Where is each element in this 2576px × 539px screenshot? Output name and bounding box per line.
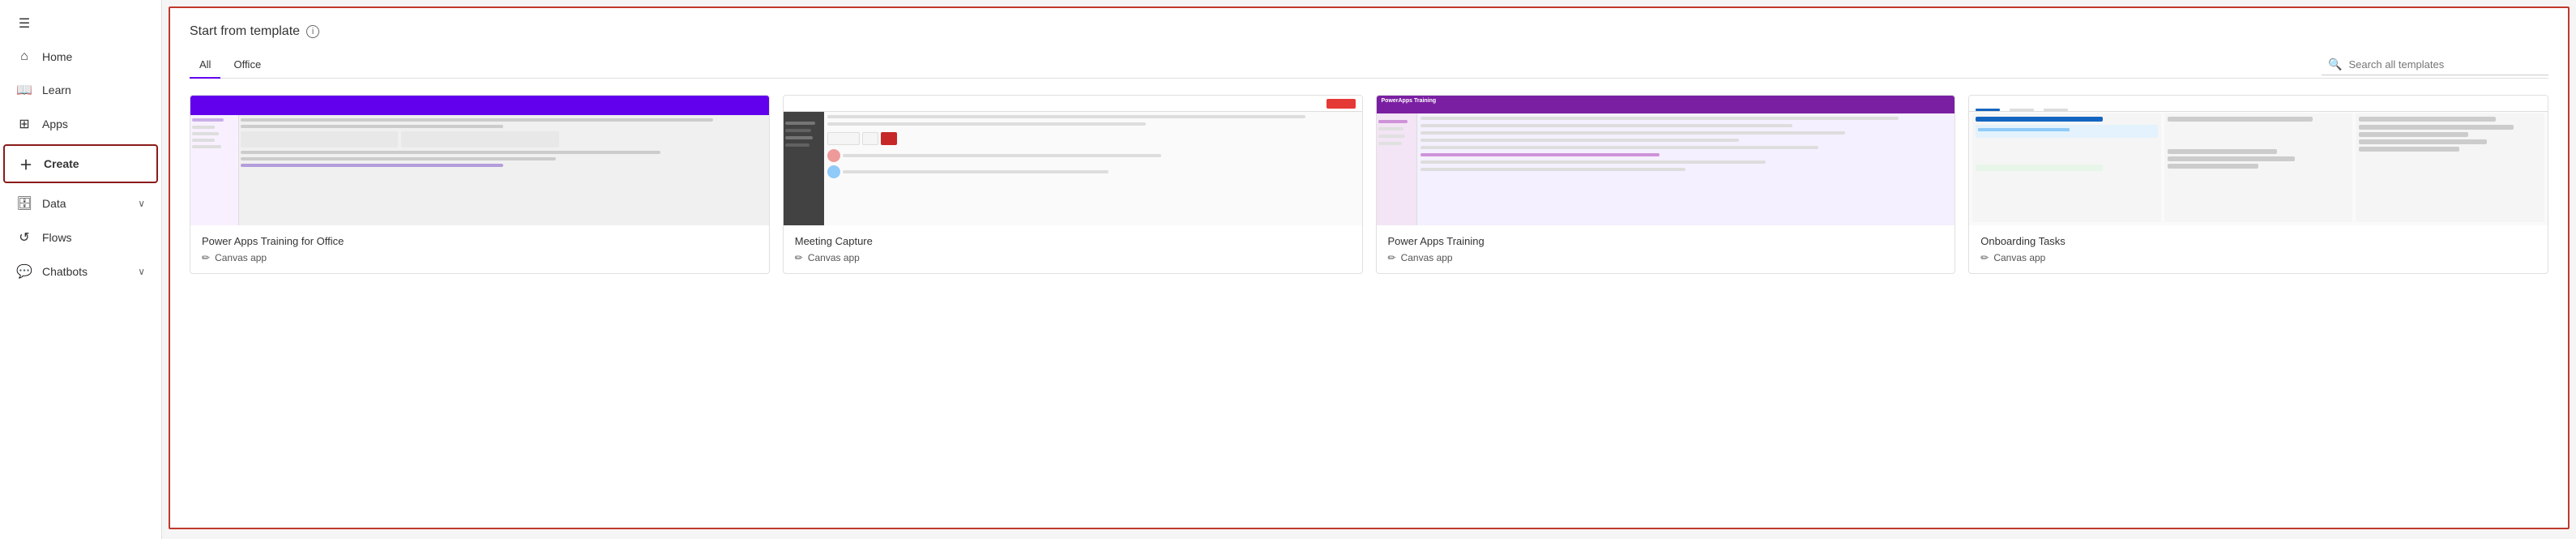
preview-left-panel	[784, 112, 824, 225]
sidebar-item-label: Data	[42, 197, 66, 210]
apps-icon: ⊞	[16, 116, 32, 132]
canvas-icon: ✏	[1980, 252, 1989, 263]
card-name: Meeting Capture	[795, 235, 1351, 247]
sidebar-item-home[interactable]: ⌂ Home	[3, 41, 158, 72]
preview-tab	[2010, 109, 2034, 111]
canvas-icon: ✏	[795, 252, 803, 263]
card-info: Power Apps Training for Office ✏ Canvas …	[190, 225, 769, 273]
home-icon: ⌂	[16, 49, 32, 64]
card-name: Power Apps Training for Office	[202, 235, 758, 247]
card-name: Onboarding Tasks	[1980, 235, 2536, 247]
card-preview	[190, 96, 769, 225]
hamburger-icon: ☰	[16, 15, 32, 32]
card-type: ✏ Canvas app	[1388, 252, 1944, 263]
chevron-down-icon: ∨	[138, 266, 145, 277]
card-name: Power Apps Training	[1388, 235, 1944, 247]
canvas-icon: ✏	[1388, 252, 1396, 263]
template-section: Start from template i All Office 🔍	[169, 6, 2570, 529]
card-preview: PowerApps Training	[1377, 96, 1955, 225]
canvas-icon: ✏	[202, 252, 210, 263]
search-box[interactable]: 🔍	[2322, 54, 2548, 75]
preview-col	[2164, 113, 2353, 222]
card-info: Onboarding Tasks ✏ Canvas app	[1969, 225, 2548, 273]
preview-col	[1972, 113, 2161, 222]
create-icon: ＋	[18, 154, 34, 173]
preview-tabs	[1969, 96, 2548, 112]
tab-office[interactable]: Office	[224, 52, 271, 79]
cards-grid: Power Apps Training for Office ✏ Canvas …	[190, 95, 2548, 274]
sidebar: ☰ ⌂ Home 📖 Learn ⊞ Apps ＋ Create 🗄 Data …	[0, 0, 162, 539]
sidebar-item-label: Chatbots	[42, 265, 88, 278]
chatbots-icon: 💬	[16, 263, 32, 280]
search-input[interactable]	[2348, 58, 2510, 71]
preview-header-bar: PowerApps Training	[1377, 96, 1955, 113]
preview-inner	[1969, 96, 2548, 225]
preview-tab	[2044, 109, 2068, 111]
sidebar-item-learn[interactable]: 📖 Learn	[3, 74, 158, 106]
sidebar-item-label: Flows	[42, 231, 72, 244]
chevron-down-icon: ∨	[138, 198, 145, 209]
tabs-bar: All Office 🔍	[190, 52, 2548, 79]
preview-content	[827, 115, 1359, 222]
preview-columns	[1972, 113, 2544, 222]
card-type-label: Canvas app	[1401, 252, 1453, 263]
tab-list: All Office	[190, 52, 271, 78]
preview-content	[241, 118, 766, 222]
card-info: Meeting Capture ✏ Canvas app	[784, 225, 1362, 273]
preview-sidebar	[1377, 113, 1417, 225]
preview-tab	[1976, 109, 2000, 111]
search-icon: 🔍	[2328, 58, 2342, 71]
preview-button	[1326, 99, 1356, 109]
sidebar-item-data[interactable]: 🗄 Data ∨	[3, 187, 158, 220]
sidebar-item-apps[interactable]: ⊞ Apps	[3, 108, 158, 140]
card-type: ✏ Canvas app	[1980, 252, 2536, 263]
sidebar-item-create[interactable]: ＋ Create	[3, 144, 158, 183]
card-type-label: Canvas app	[1993, 252, 2045, 263]
template-card[interactable]: Onboarding Tasks ✏ Canvas app	[1968, 95, 2548, 274]
preview-col	[2356, 113, 2544, 222]
info-icon[interactable]: i	[306, 25, 319, 38]
tab-all[interactable]: All	[190, 52, 220, 79]
card-type-label: Canvas app	[808, 252, 860, 263]
card-preview	[1969, 96, 2548, 225]
card-type: ✏ Canvas app	[202, 252, 758, 263]
preview-top-bar	[784, 96, 1362, 112]
preview-inner	[784, 96, 1362, 225]
sidebar-item-chatbots[interactable]: 💬 Chatbots ∨	[3, 255, 158, 288]
sidebar-item-label: Learn	[42, 83, 71, 96]
template-card[interactable]: Power Apps Training for Office ✏ Canvas …	[190, 95, 770, 274]
main-content: Start from template i All Office 🔍	[162, 0, 2576, 539]
sidebar-item-flows[interactable]: ↺ Flows	[3, 221, 158, 254]
preview-inner: PowerApps Training	[1377, 96, 1955, 225]
data-icon: 🗄	[16, 195, 32, 212]
sidebar-hamburger[interactable]: ☰	[3, 7, 158, 40]
template-card[interactable]: PowerApps Training	[1376, 95, 1956, 274]
card-preview	[784, 96, 1362, 225]
template-card[interactable]: Meeting Capture ✏ Canvas app	[783, 95, 1363, 274]
learn-icon: 📖	[16, 82, 32, 98]
section-title: Start from template	[190, 24, 300, 39]
sidebar-item-label: Create	[44, 157, 79, 170]
preview-sidebar	[190, 115, 239, 225]
card-type: ✏ Canvas app	[795, 252, 1351, 263]
flows-icon: ↺	[16, 229, 32, 246]
preview-header-bar	[190, 96, 769, 115]
sidebar-item-label: Apps	[42, 118, 68, 130]
card-type-label: Canvas app	[215, 252, 267, 263]
section-header: Start from template i	[190, 24, 2548, 39]
sidebar-item-label: Home	[42, 50, 72, 63]
card-info: Power Apps Training ✏ Canvas app	[1377, 225, 1955, 273]
preview-inner	[190, 96, 769, 225]
preview-content	[1420, 117, 1952, 222]
